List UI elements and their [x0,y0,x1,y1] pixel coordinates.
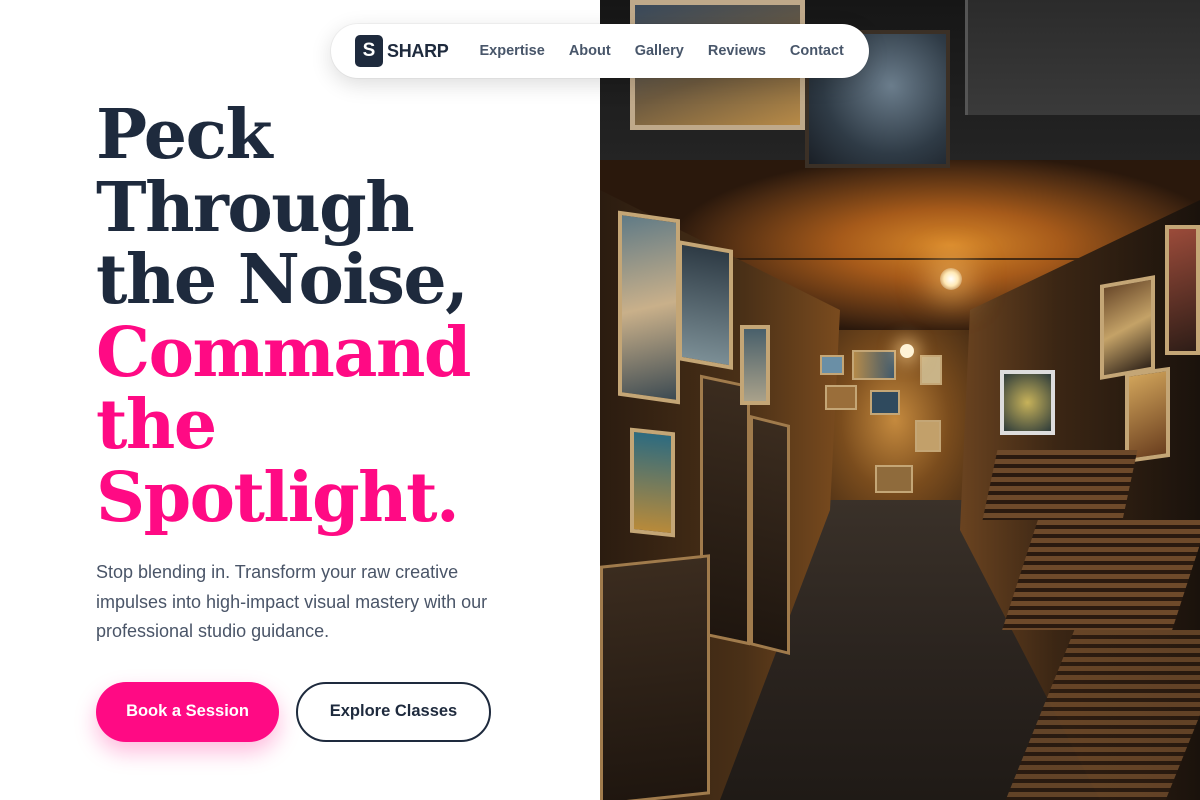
book-session-button[interactable]: Book a Session [96,681,279,742]
brand-logo[interactable]: S SHARP [355,35,449,67]
nav-link-about[interactable]: About [569,43,611,59]
nav-link-reviews[interactable]: Reviews [708,43,766,59]
hero-photo [600,0,1200,800]
headline-line: Peck [96,95,273,175]
explore-classes-button[interactable]: Explore Classes [296,681,491,742]
hero-section: Peck Through the Noise, Command the Spot… [96,99,576,742]
headline-line: Through [96,167,415,248]
nav-link-gallery[interactable]: Gallery [635,43,684,59]
headline-accent-line: the [96,385,217,465]
headline-accent-line: Command [96,312,471,393]
headline-accent-line: Spotlight. [96,457,460,538]
hero-headline: Peck Through the Noise, Command the Spot… [96,99,576,534]
logo-text: SHARP [387,40,449,61]
landing-page: S SHARP Expertise About Gallery Reviews … [0,0,1200,800]
nav-links: Expertise About Gallery Reviews Contact [480,43,844,59]
hero-actions: Book a Session Explore Classes [96,681,576,742]
nav-link-expertise[interactable]: Expertise [480,43,545,59]
hero-description: Stop blending in. Transform your raw cre… [96,562,488,641]
logo-mark: S [355,35,383,67]
nav-link-contact[interactable]: Contact [790,43,844,59]
headline-line: the Noise, [96,240,469,320]
main-nav: S SHARP Expertise About Gallery Reviews … [331,24,869,78]
